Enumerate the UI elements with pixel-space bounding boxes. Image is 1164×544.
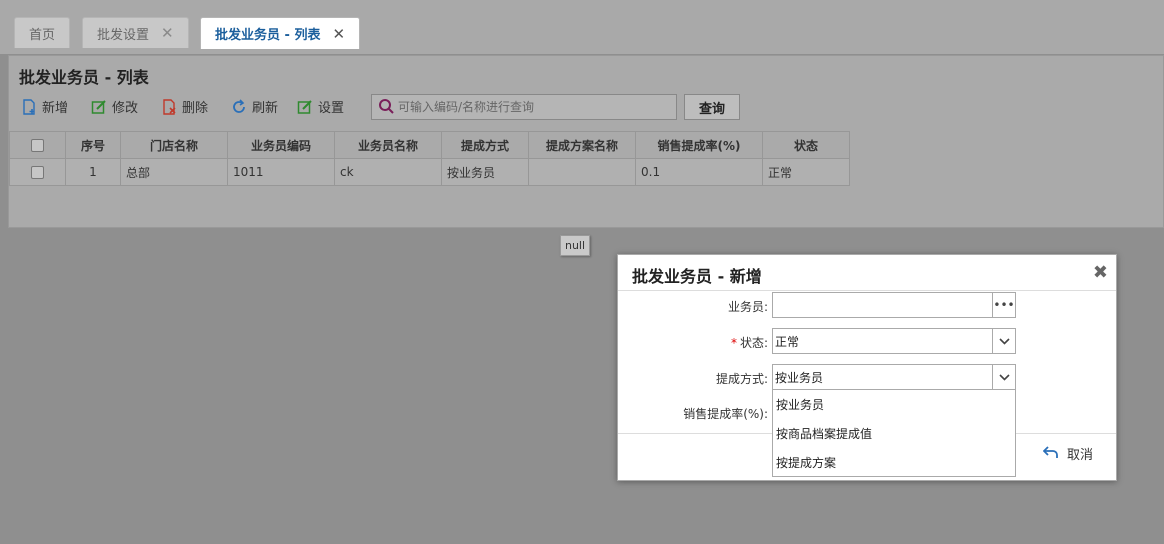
add-doc-icon bbox=[21, 98, 37, 115]
tab-bar: 首页 批发设置 ✕ 批发业务员 - 列表 ✕ bbox=[0, 0, 1164, 54]
rate-label: 销售提成率(%): bbox=[683, 407, 768, 421]
delete-button[interactable]: 删除 bbox=[161, 97, 208, 116]
salesman-field[interactable]: ••• bbox=[772, 292, 1016, 318]
column-header[interactable]: 销售提成率(%) bbox=[635, 131, 763, 159]
status-label-wrap: * 状态: bbox=[618, 334, 768, 351]
cell-plan bbox=[528, 158, 636, 186]
cell-name: ck bbox=[334, 158, 442, 186]
delete-label: 删除 bbox=[182, 101, 209, 116]
dropdown-option[interactable]: 按商品档案提成值 bbox=[773, 419, 1015, 448]
cell-index: 1 bbox=[65, 158, 121, 186]
method-select[interactable]: 按业务员 bbox=[772, 364, 1016, 390]
add-label: 新增 bbox=[42, 101, 69, 116]
method-label: 提成方式: bbox=[715, 372, 768, 386]
column-header[interactable]: 业务员编码 bbox=[227, 131, 335, 159]
add-button[interactable]: 新增 bbox=[21, 97, 68, 116]
column-header[interactable]: 业务员名称 bbox=[334, 131, 442, 159]
cancel-button[interactable]: 取消 bbox=[1042, 444, 1094, 463]
search-icon bbox=[378, 98, 394, 117]
dialog-title: 批发业务员 - 新增 bbox=[632, 267, 762, 286]
close-icon[interactable]: ✕ bbox=[161, 24, 174, 42]
chevron-down-icon[interactable] bbox=[992, 365, 1015, 389]
edit-label: 修改 bbox=[112, 101, 139, 116]
cell-code-link[interactable]: 1011 bbox=[227, 158, 335, 186]
column-header[interactable]: 状态 bbox=[762, 131, 850, 159]
cell-status: 正常 bbox=[762, 158, 850, 186]
refresh-button[interactable]: 刷新 bbox=[231, 97, 278, 116]
edit-icon bbox=[91, 99, 107, 115]
salesman-label: 业务员: bbox=[727, 300, 768, 314]
required-asterisk: * bbox=[730, 336, 737, 350]
cancel-label: 取消 bbox=[1067, 448, 1094, 463]
method-dropdown-list: 按业务员 按商品档案提成值 按提成方案 bbox=[772, 390, 1016, 477]
tab-salesman-list[interactable]: 批发业务员 - 列表 ✕ bbox=[200, 17, 361, 49]
settings-label: 设置 bbox=[318, 101, 345, 116]
select-all-cell bbox=[9, 131, 66, 159]
tab-home[interactable]: 首页 bbox=[14, 17, 71, 48]
page-title: 批发业务员 - 列表 bbox=[19, 68, 149, 87]
search-input[interactable] bbox=[398, 100, 668, 114]
column-header[interactable]: 序号 bbox=[65, 131, 121, 159]
row-checkbox[interactable] bbox=[31, 166, 44, 179]
edit-settings-icon bbox=[297, 99, 313, 115]
salesman-table: 序号 门店名称 业务员编码 业务员名称 提成方式 提成方案名称 销售提成率(%)… bbox=[9, 131, 850, 186]
divider bbox=[618, 290, 1116, 291]
tab-label: 批发业务员 - 列表 bbox=[215, 28, 321, 43]
add-salesman-dialog: 批发业务员 - 新增 ✖ 业务员: ••• * 状态: 正常 提成方式: 按业务员… bbox=[617, 254, 1117, 481]
column-header[interactable]: 门店名称 bbox=[120, 131, 228, 159]
cell-store: 总部 bbox=[120, 158, 228, 186]
dropdown-option[interactable]: 按业务员 bbox=[773, 390, 1015, 419]
search-box bbox=[371, 94, 677, 120]
column-header[interactable]: 提成方式 bbox=[441, 131, 529, 159]
more-icon[interactable]: ••• bbox=[992, 293, 1015, 317]
close-icon[interactable]: ✕ bbox=[332, 25, 345, 43]
list-panel: 批发业务员 - 列表 新增 修改 删除 刷新 设置 可输入编码/名称进行查询 查… bbox=[8, 55, 1164, 228]
tab-label: 批发设置 bbox=[97, 27, 150, 43]
edit-button[interactable]: 修改 bbox=[91, 97, 138, 116]
table-header-row: 序号 门店名称 业务员编码 业务员名称 提成方式 提成方案名称 销售提成率(%)… bbox=[9, 131, 850, 159]
status-select[interactable]: 正常 bbox=[772, 328, 1016, 354]
refresh-label: 刷新 bbox=[252, 101, 279, 116]
cell-rate: 0.1 bbox=[635, 158, 763, 186]
delete-icon bbox=[161, 98, 177, 115]
column-header[interactable]: 提成方案名称 bbox=[528, 131, 636, 159]
row-select-cell bbox=[9, 158, 66, 186]
status-label: 状态: bbox=[739, 336, 768, 350]
tab-label: 首页 bbox=[29, 27, 56, 43]
method-value: 按业务员 bbox=[775, 370, 824, 385]
toolbar: 新增 修改 删除 刷新 设置 可输入编码/名称进行查询 查询 bbox=[19, 94, 740, 120]
chevron-down-icon[interactable] bbox=[992, 329, 1015, 353]
dropdown-option[interactable]: 按提成方案 bbox=[773, 448, 1015, 477]
tooltip: null bbox=[560, 235, 590, 256]
settings-button[interactable]: 设置 bbox=[297, 97, 344, 116]
refresh-icon bbox=[231, 98, 247, 115]
tab-wholesale-settings[interactable]: 批发设置 ✕ bbox=[82, 17, 189, 48]
cell-method: 按业务员 bbox=[441, 158, 529, 186]
select-all-checkbox[interactable] bbox=[31, 139, 44, 152]
close-icon[interactable]: ✖ bbox=[1093, 262, 1108, 283]
status-value: 正常 bbox=[775, 334, 800, 349]
undo-icon bbox=[1042, 445, 1059, 463]
query-button[interactable]: 查询 bbox=[684, 94, 740, 120]
table-row[interactable]: 1 总部 1011 ck 按业务员 0.1 正常 bbox=[9, 158, 850, 186]
